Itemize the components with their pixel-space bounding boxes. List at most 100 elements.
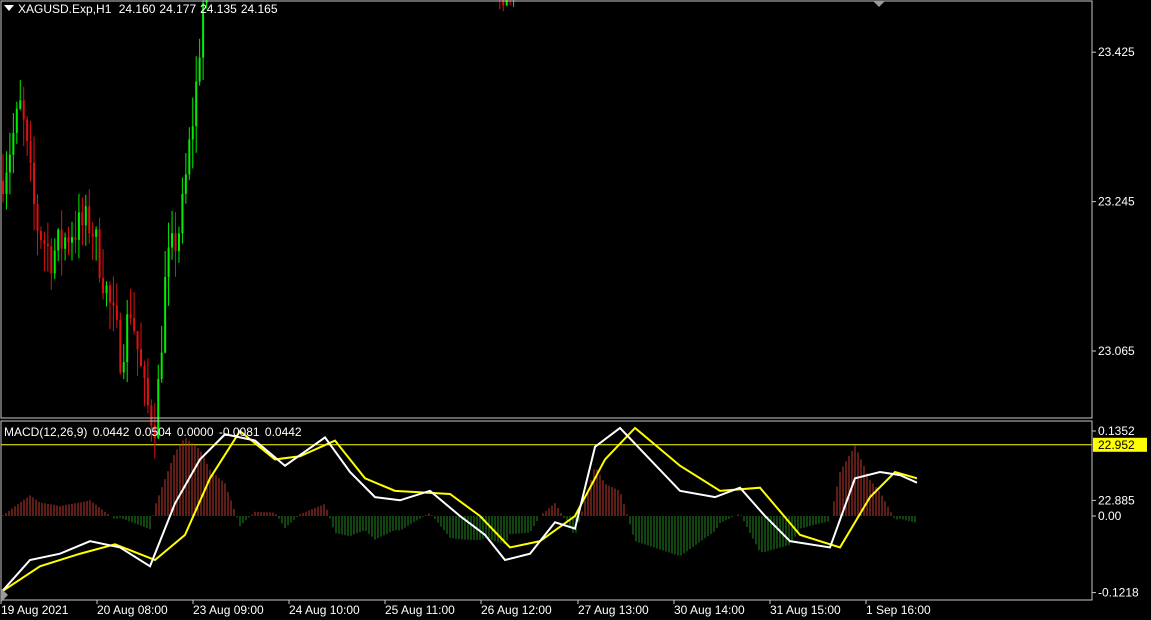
candle-body bbox=[50, 246, 53, 274]
bear-candle[interactable] bbox=[39, 226, 42, 249]
bear-candle[interactable] bbox=[36, 194, 39, 256]
candle-body bbox=[33, 162, 36, 205]
macd-name: MACD(12,26,9) bbox=[4, 425, 88, 439]
bull-candle[interactable] bbox=[71, 221, 73, 261]
bull-candle[interactable] bbox=[95, 226, 98, 261]
price-chart[interactable]: 24.16524.14523.96523.78523.60523.42523.2… bbox=[0, 0, 1151, 620]
candle-body bbox=[98, 229, 101, 278]
bull-candle[interactable] bbox=[64, 232, 67, 261]
bear-candle[interactable] bbox=[60, 210, 63, 276]
bull-candle[interactable] bbox=[171, 210, 174, 260]
macd-value-1: 0.0442 bbox=[92, 425, 130, 439]
candle-body bbox=[67, 237, 70, 243]
close-value: 24.165 bbox=[240, 2, 278, 16]
bull-candle[interactable] bbox=[105, 281, 108, 307]
bull-candle[interactable] bbox=[77, 193, 80, 259]
bear-candle[interactable] bbox=[46, 222, 49, 272]
candle-body bbox=[84, 206, 87, 226]
bull-candle[interactable] bbox=[5, 151, 8, 210]
candle-body bbox=[2, 180, 4, 195]
bear-candle[interactable] bbox=[74, 210, 77, 254]
candle-body bbox=[74, 237, 77, 240]
bull-candle[interactable] bbox=[57, 228, 60, 262]
bear-candle[interactable] bbox=[136, 331, 139, 376]
candle-body bbox=[184, 174, 187, 194]
time-axis-label: 1 Sep 16:00 bbox=[866, 603, 931, 617]
price-axis-label: 23.065 bbox=[1098, 344, 1135, 358]
candle-body bbox=[181, 193, 184, 234]
bear-candle[interactable] bbox=[108, 281, 111, 330]
candle-body bbox=[174, 233, 177, 252]
candle-body bbox=[39, 230, 42, 241]
bull-candle[interactable] bbox=[164, 251, 167, 354]
bear-candle[interactable] bbox=[29, 121, 32, 182]
candle-body bbox=[77, 212, 80, 240]
bear-candle[interactable] bbox=[33, 136, 36, 231]
chart-menu-triangle-icon[interactable] bbox=[4, 5, 14, 11]
candle-body bbox=[57, 229, 60, 251]
bear-candle[interactable] bbox=[129, 288, 132, 325]
bull-candle[interactable] bbox=[167, 222, 170, 306]
macd-signal-line[interactable] bbox=[1, 426, 918, 593]
bear-candle[interactable] bbox=[146, 358, 149, 414]
bull-candle[interactable] bbox=[84, 194, 87, 246]
bear-candle[interactable] bbox=[112, 276, 115, 332]
time-axis-label: 20 Aug 08:00 bbox=[97, 603, 168, 617]
bull-candle[interactable] bbox=[15, 101, 18, 144]
bull-candle[interactable] bbox=[198, 38, 201, 86]
bear-candle[interactable] bbox=[22, 86, 25, 147]
price-pane-border bbox=[0, 0, 1093, 419]
bull-candle[interactable] bbox=[126, 300, 129, 383]
bull-candle[interactable] bbox=[177, 226, 180, 263]
bear-candle[interactable] bbox=[88, 189, 91, 244]
candle-body bbox=[195, 81, 198, 127]
bull-candle[interactable] bbox=[122, 344, 125, 380]
bull-candle[interactable] bbox=[181, 177, 184, 244]
time-axis-label: 30 Aug 14:00 bbox=[674, 603, 745, 617]
bear-candle[interactable] bbox=[143, 360, 146, 407]
bull-candle[interactable] bbox=[160, 325, 163, 383]
bull-candle[interactable] bbox=[191, 97, 194, 169]
bull-candle[interactable] bbox=[53, 238, 56, 280]
bear-candle[interactable] bbox=[119, 312, 122, 375]
bear-candle[interactable] bbox=[133, 291, 136, 335]
bear-candle[interactable] bbox=[91, 222, 94, 260]
chart-shift-marker-icon[interactable] bbox=[873, 1, 885, 7]
candle-body bbox=[43, 240, 46, 244]
bull-candle[interactable] bbox=[184, 153, 187, 204]
bear-candle[interactable] bbox=[140, 322, 142, 367]
candle-body bbox=[36, 204, 39, 231]
candle-body bbox=[5, 172, 8, 195]
symbol-label: XAGUSD.Exp,H1 bbox=[18, 2, 112, 16]
candle-body bbox=[88, 206, 91, 234]
bear-candle[interactable] bbox=[43, 231, 46, 272]
candle-body bbox=[105, 285, 108, 294]
macd-value-5: 0.0442 bbox=[264, 425, 302, 439]
bear-candle[interactable] bbox=[67, 226, 70, 255]
candle-body bbox=[140, 349, 142, 367]
candle-body bbox=[146, 378, 149, 406]
bull-candle[interactable] bbox=[12, 113, 15, 174]
time-axis-label: 27 Aug 13:00 bbox=[578, 603, 649, 617]
bear-candle[interactable] bbox=[26, 115, 29, 156]
candle-body bbox=[26, 119, 29, 142]
candle-body bbox=[29, 141, 32, 163]
bull-candle[interactable] bbox=[8, 132, 11, 195]
candle-body bbox=[112, 302, 115, 306]
bear-candle[interactable] bbox=[502, 0, 505, 12]
high-value: 24.177 bbox=[159, 2, 197, 16]
candle-body bbox=[188, 139, 191, 175]
bear-candle[interactable] bbox=[2, 154, 4, 203]
bull-candle[interactable] bbox=[195, 56, 198, 153]
bull-candle[interactable] bbox=[19, 80, 22, 111]
macd-pane[interactable] bbox=[1, 426, 918, 593]
bull-candle[interactable] bbox=[188, 127, 191, 181]
price-pane[interactable] bbox=[1, 0, 1092, 459]
bear-candle[interactable] bbox=[98, 217, 101, 283]
candle-body bbox=[164, 277, 167, 353]
bear-candle[interactable] bbox=[81, 197, 84, 246]
bear-candle[interactable] bbox=[50, 238, 53, 290]
bear-candle[interactable] bbox=[174, 212, 177, 277]
bear-candle[interactable] bbox=[102, 249, 105, 300]
bear-candle[interactable] bbox=[115, 283, 118, 328]
